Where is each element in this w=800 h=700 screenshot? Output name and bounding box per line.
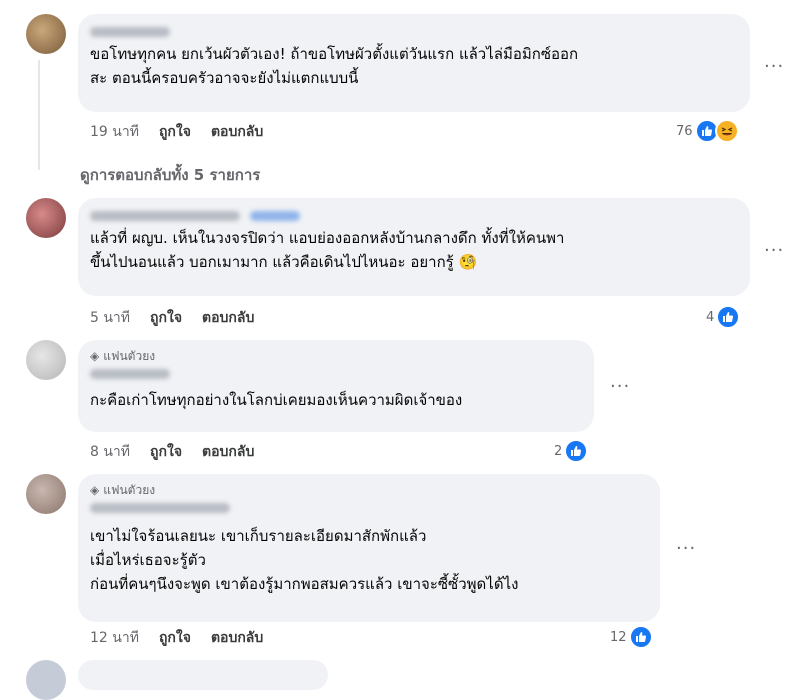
- comment-bubble: [78, 660, 328, 690]
- diamond-icon: ◈: [90, 349, 100, 363]
- reaction-count: 4: [706, 309, 715, 325]
- timestamp[interactable]: 12 นาที: [90, 628, 139, 648]
- comment-actions: 19 นาที ถูกใจ ตอบกลับ: [90, 122, 263, 142]
- like-button[interactable]: ถูกใจ: [150, 308, 182, 328]
- timestamp[interactable]: 19 นาที: [90, 122, 139, 142]
- reaction-summary[interactable]: 4: [706, 305, 741, 329]
- reply-button[interactable]: ตอบกลับ: [211, 628, 263, 648]
- avatar[interactable]: [26, 660, 66, 700]
- top-fan-badge: ◈ แฟนตัวยง: [90, 349, 156, 363]
- reaction-summary[interactable]: 76: [676, 119, 739, 143]
- reaction-count: 2: [554, 443, 563, 459]
- comment-bubble: ◈ แฟนตัวยง กะคือเก่าโทษทุกอย่างในโลกบ่เค…: [78, 340, 594, 432]
- more-options-button[interactable]: ···: [764, 242, 784, 260]
- author-name[interactable]: [90, 27, 170, 37]
- author-name[interactable]: [90, 369, 170, 379]
- reaction-summary[interactable]: 2: [554, 439, 589, 463]
- like-icon: [716, 305, 741, 329]
- comment-text: เขาไม่ใจร้อนเลยนะ เขาเก็บรายละเอียดมาสัก…: [90, 527, 519, 593]
- like-button[interactable]: ถูกใจ: [150, 442, 182, 462]
- comment-actions: 5 นาที ถูกใจ ตอบกลับ: [90, 308, 254, 328]
- more-options-button[interactable]: ···: [764, 58, 784, 76]
- author-name[interactable]: [90, 503, 230, 513]
- avatar[interactable]: [26, 198, 66, 238]
- comment-text: แล้วที่ ผญบ. เห็นในวงจรปิดว่า แอบย่องออก…: [90, 229, 565, 271]
- reaction-summary[interactable]: 12: [610, 625, 653, 649]
- comment-actions: 12 นาที ถูกใจ ตอบกลับ: [90, 628, 263, 648]
- avatar[interactable]: [26, 340, 66, 380]
- thread-line: [38, 60, 40, 170]
- avatar[interactable]: [26, 474, 66, 514]
- reaction-count: 76: [676, 123, 693, 139]
- timestamp[interactable]: 8 นาที: [90, 442, 130, 462]
- haha-icon: [714, 119, 739, 143]
- diamond-icon: ◈: [90, 483, 100, 497]
- avatar[interactable]: [26, 14, 66, 54]
- view-all-replies-link[interactable]: ดูการตอบกลับทั้ง 5 รายการ: [80, 163, 260, 187]
- timestamp[interactable]: 5 นาที: [90, 308, 130, 328]
- more-options-button[interactable]: ···: [676, 540, 696, 558]
- top-fan-badge: ◈ แฟนตัวยง: [90, 483, 156, 497]
- reply-button[interactable]: ตอบกลับ: [202, 308, 254, 328]
- comment-text: กะคือเก่าโทษทุกอย่างในโลกบ่เคยมองเห็นควา…: [90, 391, 463, 409]
- author-name[interactable]: [90, 211, 240, 221]
- like-button[interactable]: ถูกใจ: [159, 122, 191, 142]
- author-badge: [250, 211, 300, 221]
- like-icon: [564, 439, 589, 463]
- like-icon: [628, 625, 653, 649]
- comment-bubble: ขอโทษทุกคน ยกเว้นผัวตัวเอง! ถ้าขอโทษผัวต…: [78, 14, 750, 112]
- more-options-button[interactable]: ···: [610, 378, 630, 396]
- like-button[interactable]: ถูกใจ: [159, 628, 191, 648]
- comment-actions: 8 นาที ถูกใจ ตอบกลับ: [90, 442, 254, 462]
- comment-bubble: ◈ แฟนตัวยง เขาไม่ใจร้อนเลยนะ เขาเก็บรายล…: [78, 474, 660, 622]
- comment-text: ขอโทษทุกคน ยกเว้นผัวตัวเอง! ถ้าขอโทษผัวต…: [90, 45, 579, 87]
- reply-button[interactable]: ตอบกลับ: [202, 442, 254, 462]
- reply-button[interactable]: ตอบกลับ: [211, 122, 263, 142]
- reaction-count: 12: [610, 629, 627, 645]
- comment-bubble: แล้วที่ ผญบ. เห็นในวงจรปิดว่า แอบย่องออก…: [78, 198, 750, 296]
